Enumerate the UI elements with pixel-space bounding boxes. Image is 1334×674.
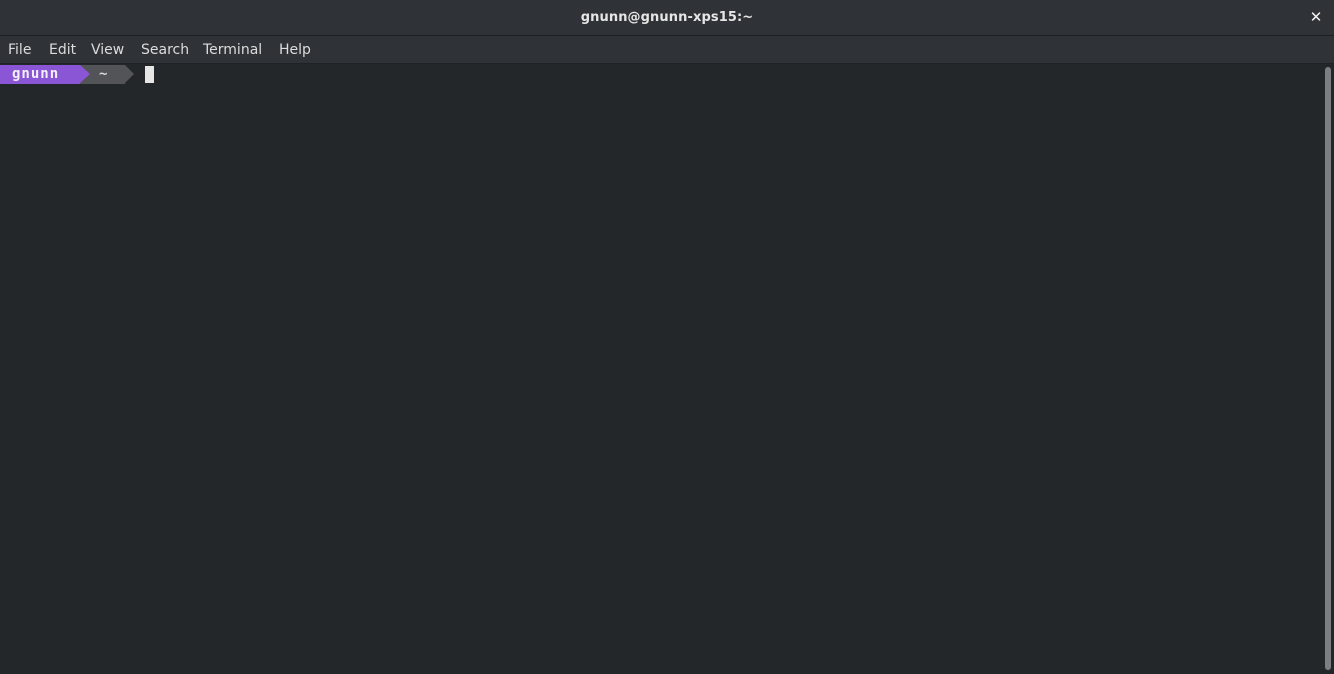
prompt-user-arrow	[80, 65, 90, 83]
menu-search[interactable]: Search	[141, 42, 189, 58]
scrollbar-thumb[interactable]	[1325, 67, 1331, 670]
terminal-area[interactable]: gnunn ~	[0, 64, 1322, 674]
close-icon[interactable]: ✕	[1308, 9, 1324, 25]
menu-terminal[interactable]: Terminal	[203, 42, 262, 58]
text-cursor	[145, 66, 154, 83]
menu-bar: File Edit View Search Terminal Help	[0, 36, 1334, 64]
menu-edit[interactable]: Edit	[49, 42, 76, 58]
scrollbar[interactable]	[1322, 64, 1334, 674]
prompt-user-segment: gnunn	[0, 65, 80, 84]
prompt-directory-arrow	[125, 65, 134, 83]
menu-file[interactable]: File	[8, 42, 31, 58]
title-bar[interactable]: gnunn@gnunn-xps15:~ ✕	[0, 0, 1334, 36]
menu-view[interactable]: View	[91, 42, 124, 58]
terminal-window: gnunn@gnunn-xps15:~ ✕ File Edit View Sea…	[0, 0, 1334, 674]
prompt-directory-label: ~	[99, 66, 108, 82]
menu-help[interactable]: Help	[279, 42, 311, 58]
window-title: gnunn@gnunn-xps15:~	[580, 10, 754, 25]
